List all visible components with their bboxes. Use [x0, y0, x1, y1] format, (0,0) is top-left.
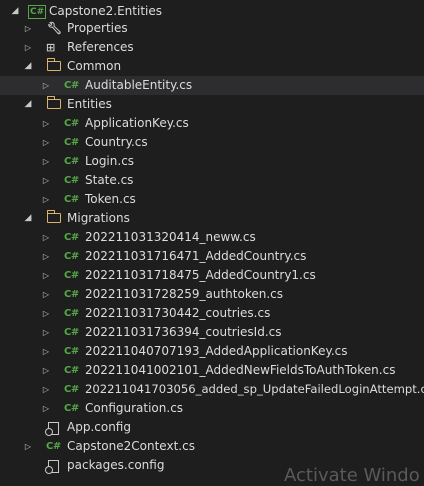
tree-item-label: 202211041703056_added_sp_UpdateFailedLog… — [85, 382, 424, 396]
tree-item-file-migration[interactable]: ▷ C# 202211031716471_AddedCountry.cs — [0, 247, 424, 266]
tree-item-file-context[interactable]: ▷ C# Capstone2Context.cs — [0, 437, 424, 456]
tree-item-label: 202211031736394_coutriesId.cs — [85, 325, 282, 339]
tree-item-file-migration[interactable]: ▷ C# 202211041703056_added_sp_UpdateFail… — [0, 380, 424, 399]
tree-item-file-migration[interactable]: ▷ C# 202211031320414_neww.cs — [0, 228, 424, 247]
tree-item-label: References — [67, 40, 134, 54]
collapsed-arrow-icon[interactable]: ▷ — [41, 228, 51, 247]
tree-item-file-token[interactable]: ▷ C# Token.cs — [0, 190, 424, 209]
expand-arrow-icon[interactable]: ◢ — [23, 95, 33, 114]
collapsed-arrow-icon[interactable]: ▷ — [41, 171, 51, 190]
tree-item-label: Login.cs — [85, 154, 135, 168]
collapsed-arrow-icon[interactable]: ▷ — [41, 285, 51, 304]
csharp-file-icon: C# — [64, 156, 79, 167]
tree-item-file-migration[interactable]: ▷ C# 202211031730442_coutries.cs — [0, 304, 424, 323]
config-file-icon — [45, 460, 59, 474]
collapsed-arrow-icon[interactable]: ▷ — [41, 304, 51, 323]
collapsed-arrow-icon[interactable]: ▷ — [41, 361, 51, 380]
collapsed-arrow-icon[interactable]: ▷ — [41, 380, 51, 399]
tree-item-label: Country.cs — [85, 135, 148, 149]
tree-item-file-application-key[interactable]: ▷ C# ApplicationKey.cs — [0, 114, 424, 133]
tree-item-label: Configuration.cs — [85, 401, 184, 415]
tree-item-file-migration[interactable]: ▷ C# 202211031728259_authtoken.cs — [0, 285, 424, 304]
csharp-file-icon: C# — [64, 365, 79, 376]
tree-item-folder-entities[interactable]: ◢ Entities — [0, 95, 424, 114]
tree-item-file-country[interactable]: ▷ C# Country.cs — [0, 133, 424, 152]
solution-explorer-tree: ◢ C# Capstone2.Entities ▷ 🔧︎ Properties … — [0, 0, 424, 475]
csharp-file-icon: C# — [64, 346, 79, 357]
tree-item-label: packages.config — [67, 458, 165, 472]
folder-icon — [46, 96, 61, 109]
tree-item-label: State.cs — [85, 173, 134, 187]
tree-item-label: Capstone2Context.cs — [67, 439, 195, 453]
tree-item-folder-migrations[interactable]: ◢ Migrations — [0, 209, 424, 228]
tree-item-label: 202211031730442_coutries.cs — [85, 306, 271, 320]
tree-item-label: 202211031718475_AddedCountry1.cs — [85, 268, 316, 282]
tree-item-file-login[interactable]: ▷ C# Login.cs — [0, 152, 424, 171]
collapsed-arrow-icon[interactable]: ▷ — [41, 399, 51, 418]
folder-icon — [46, 210, 61, 223]
tree-item-properties[interactable]: ▷ 🔧︎ Properties — [0, 19, 424, 38]
tree-item-label: Properties — [67, 21, 128, 35]
tree-item-label: Migrations — [67, 211, 130, 225]
tree-item-label: 202211031716471_AddedCountry.cs — [85, 249, 307, 263]
collapsed-arrow-icon[interactable]: ▷ — [41, 133, 51, 152]
tree-item-file-migration[interactable]: ▷ C# 202211040707193_AddedApplicationKey… — [0, 342, 424, 361]
folder-icon — [46, 58, 61, 71]
tree-item-file-migration[interactable]: ▷ C# 202211041002101_AddedNewFieldsToAut… — [0, 361, 424, 380]
tree-item-label: App.config — [67, 420, 131, 434]
tree-item-label: Common — [67, 59, 122, 73]
csharp-file-icon: C# — [64, 384, 79, 395]
tree-item-file-app-config[interactable]: App.config — [0, 418, 424, 437]
collapsed-arrow-icon[interactable]: ▷ — [23, 437, 33, 456]
collapsed-arrow-icon[interactable]: ▷ — [41, 266, 51, 285]
tree-item-label: 202211031320414_neww.cs — [85, 230, 256, 244]
csharp-file-icon: C# — [64, 403, 79, 414]
csharp-file-icon: C# — [64, 270, 79, 281]
config-file-icon — [45, 422, 59, 436]
csharp-file-icon: C# — [64, 289, 79, 300]
tree-item-label: Entities — [67, 97, 112, 111]
csharp-file-icon: C# — [64, 232, 79, 243]
tree-item-references[interactable]: ▷ ⊞ References — [0, 38, 424, 57]
tree-item-label: 202211041002101_AddedNewFieldsToAuthToke… — [85, 363, 396, 377]
expand-arrow-icon[interactable]: ◢ — [23, 57, 33, 76]
references-icon: ⊞ — [46, 41, 56, 54]
collapsed-arrow-icon[interactable]: ▷ — [41, 247, 51, 266]
tree-item-label: AuditableEntity.cs — [85, 78, 193, 92]
collapsed-arrow-icon[interactable]: ▷ — [41, 190, 51, 209]
csharp-file-icon: C# — [64, 194, 79, 205]
tree-item-file-migration[interactable]: ▷ C# 202211031736394_coutriesId.cs — [0, 323, 424, 342]
wrench-icon: 🔧︎ — [47, 21, 63, 35]
csharp-project-icon: C# — [28, 5, 47, 19]
expand-arrow-icon[interactable]: ◢ — [23, 209, 33, 228]
tree-item-file-configuration[interactable]: ▷ C# Configuration.cs — [0, 399, 424, 418]
csharp-file-icon: C# — [64, 327, 79, 338]
tree-item-label: 202211031728259_authtoken.cs — [85, 287, 284, 301]
tree-item-file-state[interactable]: ▷ C# State.cs — [0, 171, 424, 190]
collapsed-arrow-icon[interactable]: ▷ — [41, 342, 51, 361]
csharp-file-icon: C# — [64, 251, 79, 262]
collapsed-arrow-icon[interactable]: ▷ — [41, 323, 51, 342]
csharp-file-icon: C# — [64, 137, 79, 148]
csharp-file-icon: C# — [64, 175, 79, 186]
tree-item-label: ApplicationKey.cs — [85, 116, 189, 130]
csharp-file-icon: C# — [64, 308, 79, 319]
collapsed-arrow-icon[interactable]: ▷ — [23, 38, 33, 57]
tree-item-file-migration[interactable]: ▷ C# 202211031718475_AddedCountry1.cs — [0, 266, 424, 285]
collapsed-arrow-icon[interactable]: ▷ — [23, 19, 33, 38]
tree-item-file-auditable-entity[interactable]: ▷ C# AuditableEntity.cs — [0, 76, 424, 95]
collapsed-arrow-icon[interactable]: ▷ — [41, 152, 51, 171]
csharp-file-icon: C# — [46, 441, 61, 452]
collapsed-arrow-icon[interactable]: ▷ — [41, 76, 51, 95]
tree-item-folder-common[interactable]: ◢ Common — [0, 57, 424, 76]
tree-item-label: Token.cs — [85, 192, 136, 206]
csharp-file-icon: C# — [64, 80, 79, 91]
collapsed-arrow-icon[interactable]: ▷ — [41, 114, 51, 133]
csharp-file-icon: C# — [64, 118, 79, 129]
tree-item-label: 202211040707193_AddedApplicationKey.cs — [85, 344, 348, 358]
